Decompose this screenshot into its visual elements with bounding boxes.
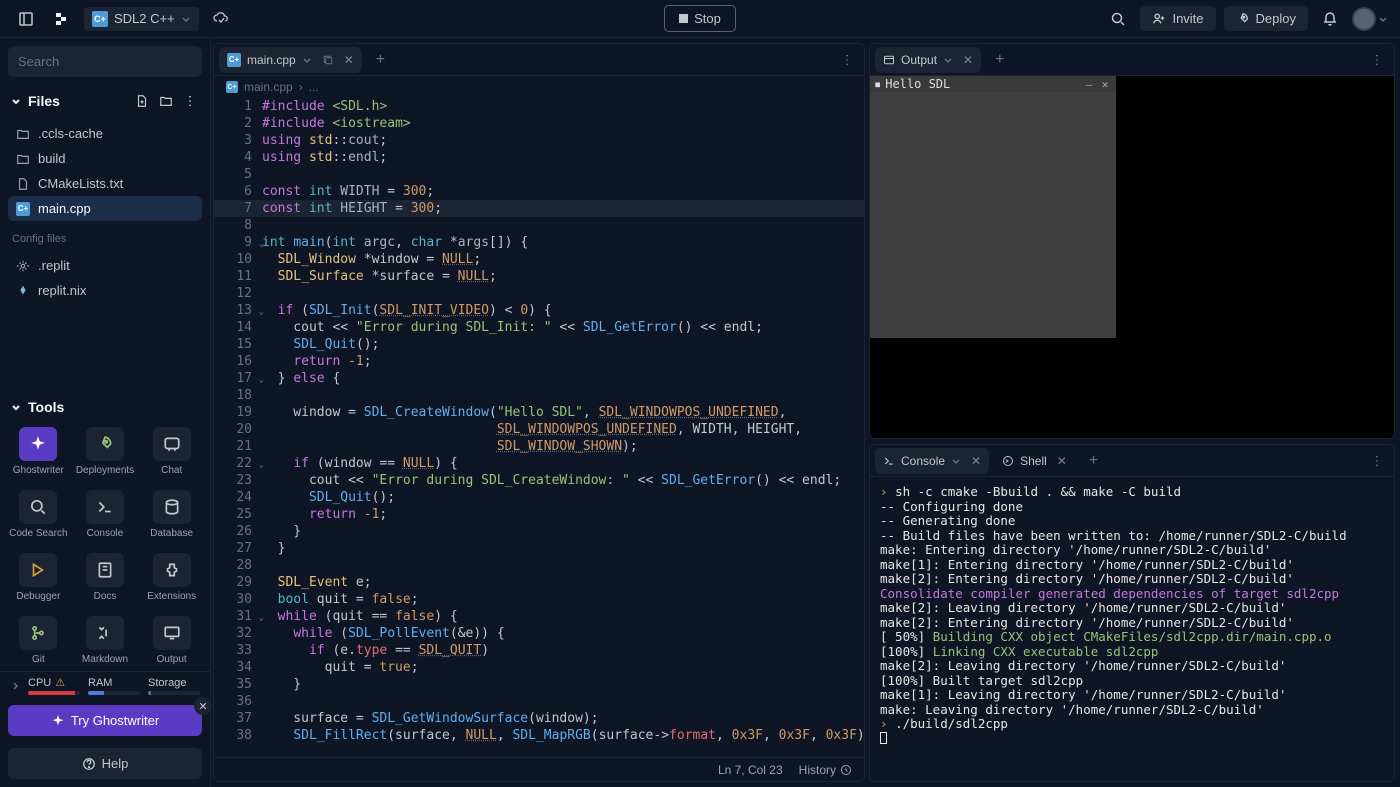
console-output[interactable]: › sh -c cmake -Bbuild . && make -C build… xyxy=(870,477,1394,781)
console-tab[interactable]: Console ✕ xyxy=(875,448,989,474)
tool-markdown[interactable]: Markdown xyxy=(73,610,138,671)
shell-tab[interactable]: Shell ✕ xyxy=(994,448,1075,474)
minimize-icon[interactable]: — xyxy=(1082,77,1096,91)
search-icon[interactable] xyxy=(1104,5,1132,33)
add-tab-button[interactable]: + xyxy=(370,51,391,69)
sdl-window-title: Hello SDL xyxy=(885,77,950,91)
user-plus-icon xyxy=(1152,12,1166,26)
cpp-badge-icon: C+ xyxy=(92,11,108,27)
project-name: SDL2 C++ xyxy=(114,11,175,26)
stop-icon xyxy=(679,14,688,23)
help-icon xyxy=(82,757,96,771)
chevron-down-icon xyxy=(1378,14,1388,24)
more-icon[interactable] xyxy=(1360,53,1394,67)
file-item[interactable]: .ccls-cache xyxy=(8,121,202,146)
new-file-icon[interactable] xyxy=(132,91,152,111)
add-tab-button[interactable]: + xyxy=(1083,452,1104,470)
chevron-down-icon xyxy=(951,456,961,466)
tool-output[interactable]: Output xyxy=(139,610,204,671)
replit-logo-icon[interactable] xyxy=(48,5,76,33)
sidebar: Search Files .ccls-cachebuildCMakeLists.… xyxy=(0,38,211,787)
window-icon xyxy=(883,54,895,66)
terminal-icon xyxy=(883,455,895,467)
help-button[interactable]: Help xyxy=(8,748,202,779)
warning-icon: ⚠ xyxy=(55,676,65,689)
tool-docs[interactable]: Docs xyxy=(73,547,138,608)
topbar: C+ SDL2 C++ Stop Invite xyxy=(0,0,1400,38)
deploy-button[interactable]: Deploy xyxy=(1224,6,1308,31)
tool-database[interactable]: Database xyxy=(139,484,204,545)
copy-icon[interactable] xyxy=(322,54,334,66)
close-icon[interactable]: ✕ xyxy=(1098,77,1112,91)
tool-console[interactable]: Console xyxy=(73,484,138,545)
sparkle-icon xyxy=(51,714,65,728)
sdl-window[interactable]: ▪ Hello SDL — ✕ xyxy=(870,76,1116,338)
more-icon[interactable] xyxy=(830,53,864,67)
editor-area: C+ main.cpp ✕ + C+ main.cpp › ... 1#incl… xyxy=(213,43,865,782)
rocket-icon xyxy=(1236,12,1250,26)
console-panel: Console ✕ Shell ✕ + › sh -c cmake -Bbuil… xyxy=(869,444,1395,782)
try-ghostwriter-button[interactable]: Try Ghostwriter xyxy=(8,705,202,736)
tool-debugger[interactable]: Debugger xyxy=(6,547,71,608)
more-icon[interactable] xyxy=(180,91,200,111)
status-bar: Ln 7, Col 23 History xyxy=(214,757,864,781)
project-selector[interactable]: C+ SDL2 C++ xyxy=(84,7,199,31)
search-input[interactable]: Search xyxy=(8,46,202,77)
resources-bar[interactable]: CPU⚠ RAM Storage xyxy=(0,671,210,699)
sdl-surface xyxy=(870,92,1116,338)
breadcrumb[interactable]: C+ main.cpp › ... xyxy=(214,76,864,98)
cloud-check-icon[interactable] xyxy=(207,5,235,33)
editor-tabs: C+ main.cpp ✕ + xyxy=(214,44,864,76)
output-panel: Output ✕ + ▪ Hello SDL — xyxy=(869,43,1395,439)
notifications-icon[interactable] xyxy=(1316,5,1344,33)
stop-button[interactable]: Stop xyxy=(664,5,736,32)
chevron-down-icon xyxy=(302,55,312,65)
chevron-down-icon xyxy=(943,55,953,65)
tool-extensions[interactable]: Extensions xyxy=(139,547,204,608)
file-item[interactable]: C+main.cpp xyxy=(8,196,202,221)
close-tab-icon[interactable]: ✕ xyxy=(344,53,354,67)
close-tab-icon[interactable]: ✕ xyxy=(971,454,981,468)
close-icon[interactable]: ✕ xyxy=(194,697,212,715)
files-header[interactable]: Files xyxy=(0,85,210,117)
new-folder-icon[interactable] xyxy=(156,91,176,111)
chevron-right-icon xyxy=(10,681,20,691)
invite-button[interactable]: Invite xyxy=(1140,6,1215,31)
output-tab[interactable]: Output ✕ xyxy=(875,47,981,73)
close-tab-icon[interactable]: ✕ xyxy=(1057,454,1067,468)
chevron-down-icon xyxy=(181,14,191,24)
add-tab-button[interactable]: + xyxy=(989,51,1010,69)
tool-ghostwriter[interactable]: Ghostwriter xyxy=(6,421,71,482)
file-item[interactable]: build xyxy=(8,146,202,171)
history-button[interactable]: History xyxy=(799,763,852,777)
tool-deployments[interactable]: Deployments xyxy=(73,421,138,482)
chevron-down-icon xyxy=(10,401,22,413)
tools-header[interactable]: Tools xyxy=(0,393,210,421)
avatar xyxy=(1352,7,1376,31)
editor-tab[interactable]: C+ main.cpp ✕ xyxy=(219,47,362,73)
history-icon xyxy=(840,764,852,776)
code-editor[interactable]: 1#include <SDL.h>2#include <iostream>3us… xyxy=(214,98,864,757)
file-item[interactable]: CMakeLists.txt xyxy=(8,171,202,196)
sidebar-toggle-icon[interactable] xyxy=(12,5,40,33)
config-file-item[interactable]: .replit xyxy=(8,253,202,278)
chevron-down-icon xyxy=(10,95,22,107)
cpp-badge-icon: C+ xyxy=(227,53,241,67)
more-icon[interactable] xyxy=(1360,454,1394,468)
config-files-label: Config files xyxy=(0,225,210,249)
tool-git[interactable]: Git xyxy=(6,610,71,671)
user-menu[interactable] xyxy=(1352,7,1388,31)
cpp-badge-icon: C+ xyxy=(226,81,238,93)
close-tab-icon[interactable]: ✕ xyxy=(963,53,973,67)
shell-icon xyxy=(1002,455,1014,467)
config-file-item[interactable]: replit.nix xyxy=(8,278,202,303)
tool-code-search[interactable]: Code Search xyxy=(6,484,71,545)
tool-chat[interactable]: Chat xyxy=(139,421,204,482)
cursor-position: Ln 7, Col 23 xyxy=(718,763,783,777)
output-viewport[interactable]: ▪ Hello SDL — ✕ xyxy=(870,76,1394,438)
